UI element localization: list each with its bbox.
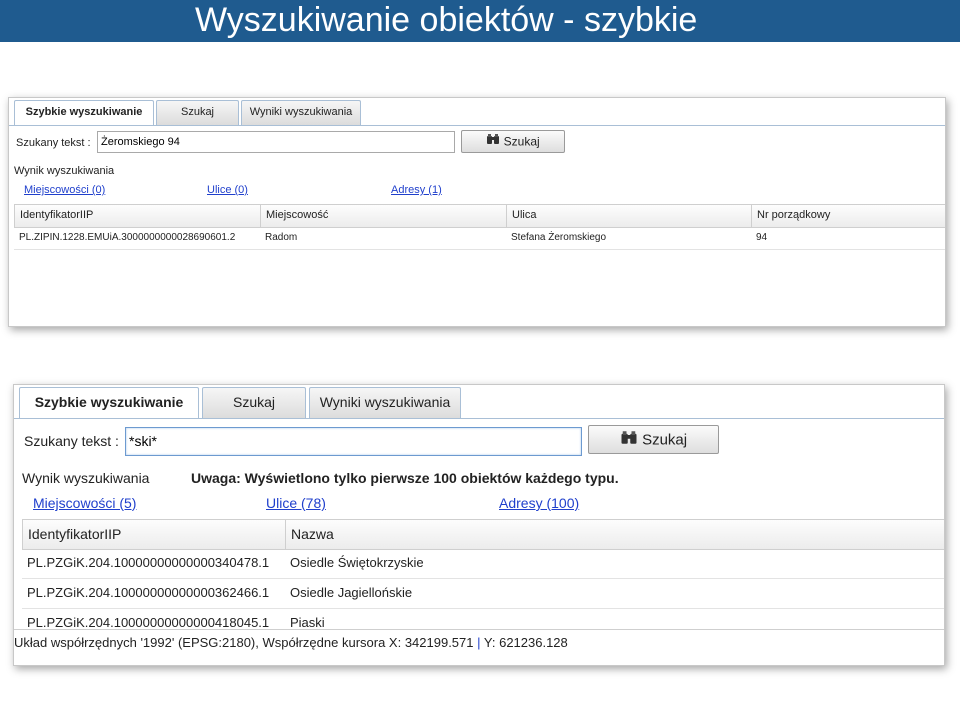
results-grid-header: IdentyfikatorIIP Nazwa xyxy=(22,519,944,550)
column-header-id[interactable]: IdentyfikatorIIP xyxy=(14,205,260,227)
search-input[interactable]: *ski* xyxy=(125,427,582,456)
results-grid-header: IdentyfikatorIIP Miejscowość Ulica Nr po… xyxy=(14,204,945,228)
search-label: Szukany tekst : xyxy=(16,137,91,149)
table-row[interactable]: PL.PZGiK.204.10000000000000340478.1 Osie… xyxy=(22,549,944,579)
link-addresses[interactable]: Adresy (1) xyxy=(391,184,442,196)
status-coordinates: Układ współrzędnych '1992' (EPSG:2180), … xyxy=(14,635,474,650)
cell-number: 94 xyxy=(756,232,768,243)
result-limit-warning: Uwaga: Wyświetlono tylko pierwsze 100 ob… xyxy=(191,470,619,486)
link-localities[interactable]: Miejscowości (5) xyxy=(33,495,136,511)
table-row[interactable]: PL.PZGiK.204.10000000000000362466.1 Osie… xyxy=(22,579,944,609)
tab-bar: Szybkie wyszukiwanie Szukaj Wyniki wyszu… xyxy=(14,385,944,419)
tab-quick-search[interactable]: Szybkie wyszukiwanie xyxy=(14,100,154,125)
tab-bar: Szybkie wyszukiwanie Szukaj Wyniki wyszu… xyxy=(9,98,945,126)
status-bar: Układ współrzędnych '1992' (EPSG:2180), … xyxy=(14,629,944,665)
binoculars-icon xyxy=(486,131,500,152)
tab-search[interactable]: Szukaj xyxy=(202,387,306,418)
cell-id: PL.ZIPIN.1228.EMUiA.3000000000028690601.… xyxy=(19,232,236,243)
status-separator: | xyxy=(477,635,481,650)
search-button[interactable]: Szukaj xyxy=(588,425,719,454)
tab-search[interactable]: Szukaj xyxy=(156,100,239,125)
link-addresses[interactable]: Adresy (100) xyxy=(499,495,579,511)
cell-name: Osiedle Świętokrzyskie xyxy=(290,555,424,570)
search-button-label: Szukaj xyxy=(642,431,688,449)
cell-street: Stefana Żeromskiego xyxy=(511,232,607,243)
link-streets[interactable]: Ulice (0) xyxy=(207,184,248,196)
link-streets[interactable]: Ulice (78) xyxy=(266,495,326,511)
binoculars-icon xyxy=(620,427,638,454)
column-header-id[interactable]: IdentyfikatorIIP xyxy=(22,520,285,549)
search-button[interactable]: Szukaj xyxy=(461,130,565,153)
cell-name: Piaski xyxy=(290,615,325,629)
cell-locality: Radom xyxy=(265,232,298,243)
column-header-locality[interactable]: Miejscowość xyxy=(260,205,506,227)
quick-search-panel-1: Szybkie wyszukiwanie Szukaj Wyniki wyszu… xyxy=(8,97,946,327)
link-localities[interactable]: Miejscowości (0) xyxy=(24,184,105,196)
table-row[interactable]: PL.ZIPIN.1228.EMUiA.3000000000028690601.… xyxy=(14,227,945,250)
column-header-street[interactable]: Ulica xyxy=(506,205,751,227)
status-y-coordinate: Y: 621236.128 xyxy=(483,635,568,650)
tab-quick-search[interactable]: Szybkie wyszukiwanie xyxy=(19,387,199,418)
cell-id: PL.PZGiK.204.10000000000000418045.1 xyxy=(27,615,270,629)
cell-id: PL.PZGiK.204.10000000000000340478.1 xyxy=(27,555,270,570)
tab-search-results[interactable]: Wyniki wyszukiwania xyxy=(309,387,461,418)
search-label: Szukany tekst : xyxy=(24,433,119,449)
column-header-number[interactable]: Nr porządkowy xyxy=(751,205,945,227)
search-input[interactable]: Żeromskiego 94 xyxy=(97,131,455,153)
slide-title: Wyszukiwanie obiektów - szybkie xyxy=(195,1,698,39)
quick-search-panel-2: Szybkie wyszukiwanie Szukaj Wyniki wyszu… xyxy=(13,384,945,666)
column-header-name[interactable]: Nazwa xyxy=(285,520,944,549)
cell-id: PL.PZGiK.204.10000000000000362466.1 xyxy=(27,585,270,600)
status-text: Układ współrzędnych '1992' (EPSG:2180), … xyxy=(14,635,568,650)
slide-title-bar: Wyszukiwanie obiektów - szybkie xyxy=(0,0,960,42)
table-row[interactable]: PL.PZGiK.204.10000000000000418045.1 Pias… xyxy=(22,609,944,629)
tab-search-results[interactable]: Wyniki wyszukiwania xyxy=(241,100,361,125)
search-button-label: Szukaj xyxy=(503,134,540,149)
result-label: Wynik wyszukiwania xyxy=(14,165,115,177)
cell-name: Osiedle Jagiellońskie xyxy=(290,585,413,600)
result-label: Wynik wyszukiwania xyxy=(22,470,150,486)
